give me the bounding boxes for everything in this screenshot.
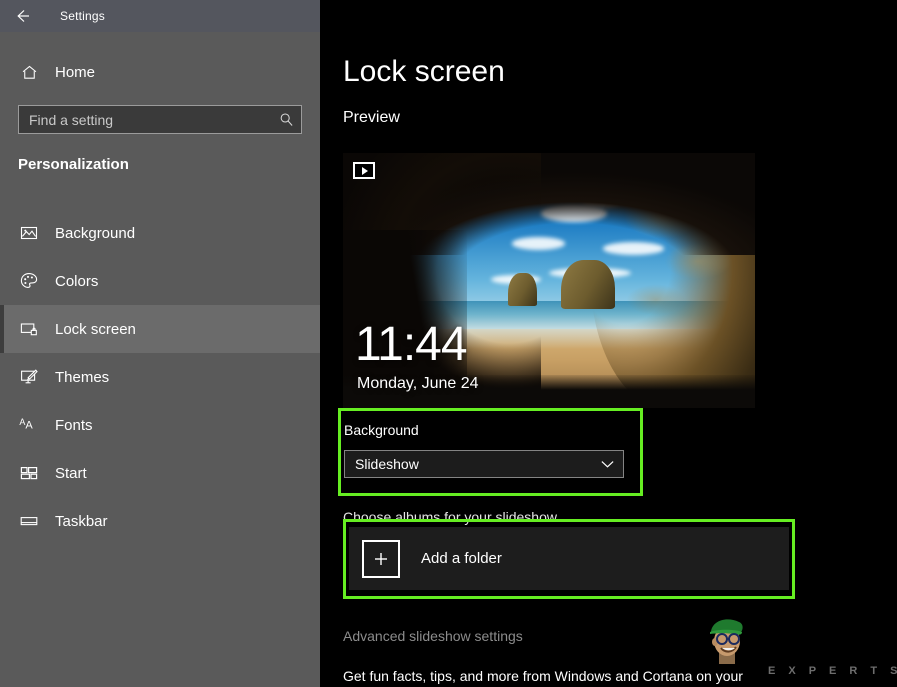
svg-text:A: A: [25, 420, 33, 432]
home-icon: [18, 61, 40, 83]
sidebar-item-taskbar[interactable]: Taskbar: [0, 497, 320, 545]
page-title: Lock screen: [343, 55, 505, 89]
watermark-text: E X P E R T S !: [768, 665, 897, 677]
appuals-mascot-icon: [695, 608, 757, 670]
chevron-down-icon: [600, 459, 615, 469]
sidebar: Settings Home Perso: [0, 0, 320, 687]
preview-date: Monday, June 24: [357, 375, 479, 393]
main-content: Lock screen Preview: [320, 0, 897, 687]
lock-screen-preview: 11:44 Monday, June 24: [343, 153, 755, 408]
search-icon[interactable]: [271, 106, 301, 133]
sidebar-item-label: Lock screen: [55, 321, 136, 338]
search-input[interactable]: [19, 112, 271, 128]
sidebar-item-themes[interactable]: Themes: [0, 353, 320, 401]
advanced-slideshow-settings-link[interactable]: Advanced slideshow settings: [343, 628, 523, 644]
sidebar-item-label: Taskbar: [55, 513, 108, 530]
back-arrow-icon[interactable]: [0, 0, 46, 32]
settings-window: Settings Home Perso: [0, 0, 897, 687]
sidebar-nav-list: Background Colors: [0, 209, 320, 545]
sidebar-item-background[interactable]: Background: [0, 209, 320, 257]
sidebar-item-home[interactable]: Home: [0, 57, 320, 87]
window-title: Settings: [60, 9, 105, 23]
sidebar-item-label: Themes: [55, 369, 109, 386]
taskbar-icon: [18, 510, 40, 532]
sidebar-item-label: Fonts: [55, 417, 93, 434]
sidebar-item-label: Background: [55, 225, 135, 242]
picture-icon: [18, 222, 40, 244]
monitor-brush-icon: [18, 366, 40, 388]
preview-section-label: Preview: [343, 109, 400, 127]
sidebar-item-fonts[interactable]: A A Fonts: [0, 401, 320, 449]
watermark: E X P E R T S !: [695, 608, 757, 670]
cortana-tips-text: Get fun facts, tips, and more from Windo…: [343, 668, 743, 684]
sidebar-item-lock-screen[interactable]: Lock screen: [0, 305, 320, 353]
background-dropdown[interactable]: Slideshow: [344, 450, 624, 478]
search-box[interactable]: [18, 105, 302, 134]
background-dropdown-value: Slideshow: [355, 456, 419, 472]
sidebar-section-heading: Personalization: [18, 156, 129, 173]
sidebar-item-start[interactable]: Start: [0, 449, 320, 497]
preview-clock: 11:44: [355, 321, 467, 369]
monitor-lock-icon: [18, 318, 40, 340]
background-label: Background: [344, 422, 419, 438]
add-folder-highlight-box: [343, 519, 795, 599]
title-bar: Settings: [0, 0, 320, 32]
start-tiles-icon: [18, 462, 40, 484]
slideshow-play-badge-icon: [353, 162, 375, 179]
sidebar-item-label: Start: [55, 465, 87, 482]
sidebar-item-label: Colors: [55, 273, 98, 290]
fonts-aa-icon: A A: [18, 414, 40, 436]
sidebar-item-colors[interactable]: Colors: [0, 257, 320, 305]
palette-icon: [18, 270, 40, 292]
home-label: Home: [55, 64, 95, 81]
